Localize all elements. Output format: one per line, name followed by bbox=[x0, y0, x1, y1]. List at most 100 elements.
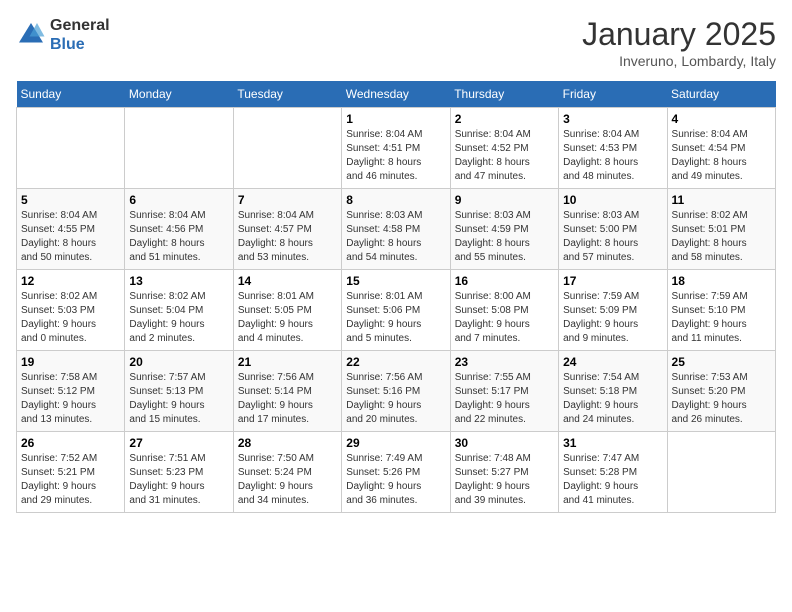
calendar-cell: 6 Sunrise: 8:04 AM Sunset: 4:56 PM Daylig… bbox=[125, 189, 233, 270]
day-number: 13 bbox=[129, 274, 228, 288]
calendar-week-3: 12 Sunrise: 8:02 AM Sunset: 5:03 PM Dayli… bbox=[17, 270, 776, 351]
calendar-cell: 2Sunrise: 8:04 AM Sunset: 4:52 PM Daylig… bbox=[450, 108, 558, 189]
day-info: Sunrise: 7:52 AM Sunset: 5:21 PM Dayligh… bbox=[21, 452, 120, 508]
logo-text: General Blue bbox=[50, 16, 110, 54]
calendar-cell: 28 Sunrise: 7:50 AM Sunset: 5:24 PM Dayli… bbox=[233, 432, 341, 513]
calendar-cell: 23 Sunrise: 7:55 AM Sunset: 5:17 PM Dayli… bbox=[450, 351, 558, 432]
logo-general-text: General bbox=[50, 16, 110, 35]
calendar-cell: 18 Sunrise: 7:59 AM Sunset: 5:10 PM Dayli… bbox=[667, 270, 775, 351]
weekday-saturday: Saturday bbox=[667, 81, 775, 108]
day-number: 1 bbox=[346, 112, 445, 126]
calendar-cell: 15Sunrise: 8:01 AM Sunset: 5:06 PM Dayli… bbox=[342, 270, 450, 351]
calendar-cell: 22 Sunrise: 7:56 AM Sunset: 5:16 PM Dayli… bbox=[342, 351, 450, 432]
weekday-header-row: SundayMondayTuesdayWednesdayThursdayFrid… bbox=[17, 81, 776, 108]
title-block: January 2025 Inveruno, Lombardy, Italy bbox=[582, 16, 776, 69]
calendar-header: SundayMondayTuesdayWednesdayThursdayFrid… bbox=[17, 81, 776, 108]
calendar-cell: 13 Sunrise: 8:02 AM Sunset: 5:04 PM Dayli… bbox=[125, 270, 233, 351]
day-number: 20 bbox=[129, 355, 228, 369]
day-info: Sunrise: 7:55 AM Sunset: 5:17 PM Dayligh… bbox=[455, 371, 554, 427]
day-number: 9 bbox=[455, 193, 554, 207]
day-info: Sunrise: 8:02 AM Sunset: 5:03 PM Dayligh… bbox=[21, 290, 120, 346]
calendar-week-2: 5 Sunrise: 8:04 AM Sunset: 4:55 PM Daylig… bbox=[17, 189, 776, 270]
calendar-cell: 27Sunrise: 7:51 AM Sunset: 5:23 PM Dayli… bbox=[125, 432, 233, 513]
day-number: 24 bbox=[563, 355, 662, 369]
day-number: 18 bbox=[672, 274, 771, 288]
page-header: General Blue January 2025 Inveruno, Lomb… bbox=[16, 16, 776, 69]
logo-blue-text: Blue bbox=[50, 35, 110, 54]
calendar-cell: 19 Sunrise: 7:58 AM Sunset: 5:12 PM Dayli… bbox=[17, 351, 125, 432]
calendar-cell: 8 Sunrise: 8:03 AM Sunset: 4:58 PM Daylig… bbox=[342, 189, 450, 270]
day-info: Sunrise: 8:01 AM Sunset: 5:06 PM Dayligh… bbox=[346, 290, 445, 346]
day-info: Sunrise: 8:04 AM Sunset: 4:54 PM Dayligh… bbox=[672, 128, 771, 184]
day-number: 6 bbox=[129, 193, 228, 207]
day-info: Sunrise: 7:59 AM Sunset: 5:10 PM Dayligh… bbox=[672, 290, 771, 346]
calendar-cell bbox=[125, 108, 233, 189]
day-number: 4 bbox=[672, 112, 771, 126]
calendar-cell: 9 Sunrise: 8:03 AM Sunset: 4:59 PM Daylig… bbox=[450, 189, 558, 270]
logo-icon bbox=[16, 20, 46, 50]
calendar-cell bbox=[233, 108, 341, 189]
calendar-cell: 29 Sunrise: 7:49 AM Sunset: 5:26 PM Dayli… bbox=[342, 432, 450, 513]
calendar-cell: 5 Sunrise: 8:04 AM Sunset: 4:55 PM Daylig… bbox=[17, 189, 125, 270]
day-number: 25 bbox=[672, 355, 771, 369]
calendar-table: SundayMondayTuesdayWednesdayThursdayFrid… bbox=[16, 81, 776, 513]
logo: General Blue bbox=[16, 16, 110, 54]
day-info: Sunrise: 8:04 AM Sunset: 4:52 PM Dayligh… bbox=[455, 128, 554, 184]
weekday-wednesday: Wednesday bbox=[342, 81, 450, 108]
day-number: 17 bbox=[563, 274, 662, 288]
calendar-cell: 11Sunrise: 8:02 AM Sunset: 5:01 PM Dayli… bbox=[667, 189, 775, 270]
day-info: Sunrise: 7:50 AM Sunset: 5:24 PM Dayligh… bbox=[238, 452, 337, 508]
day-info: Sunrise: 7:59 AM Sunset: 5:09 PM Dayligh… bbox=[563, 290, 662, 346]
day-number: 12 bbox=[21, 274, 120, 288]
day-number: 26 bbox=[21, 436, 120, 450]
calendar-cell: 30Sunrise: 7:48 AM Sunset: 5:27 PM Dayli… bbox=[450, 432, 558, 513]
weekday-thursday: Thursday bbox=[450, 81, 558, 108]
day-info: Sunrise: 8:04 AM Sunset: 4:55 PM Dayligh… bbox=[21, 209, 120, 265]
weekday-monday: Monday bbox=[125, 81, 233, 108]
day-info: Sunrise: 8:00 AM Sunset: 5:08 PM Dayligh… bbox=[455, 290, 554, 346]
calendar-week-1: 1Sunrise: 8:04 AM Sunset: 4:51 PM Daylig… bbox=[17, 108, 776, 189]
day-info: Sunrise: 7:53 AM Sunset: 5:20 PM Dayligh… bbox=[672, 371, 771, 427]
day-number: 28 bbox=[238, 436, 337, 450]
day-info: Sunrise: 7:48 AM Sunset: 5:27 PM Dayligh… bbox=[455, 452, 554, 508]
day-info: Sunrise: 8:03 AM Sunset: 5:00 PM Dayligh… bbox=[563, 209, 662, 265]
weekday-tuesday: Tuesday bbox=[233, 81, 341, 108]
calendar-cell: 17 Sunrise: 7:59 AM Sunset: 5:09 PM Dayli… bbox=[559, 270, 667, 351]
calendar-week-4: 19 Sunrise: 7:58 AM Sunset: 5:12 PM Dayli… bbox=[17, 351, 776, 432]
calendar-cell: 12 Sunrise: 8:02 AM Sunset: 5:03 PM Dayli… bbox=[17, 270, 125, 351]
day-number: 23 bbox=[455, 355, 554, 369]
calendar-cell: 1Sunrise: 8:04 AM Sunset: 4:51 PM Daylig… bbox=[342, 108, 450, 189]
day-info: Sunrise: 8:03 AM Sunset: 4:58 PM Dayligh… bbox=[346, 209, 445, 265]
day-number: 11 bbox=[672, 193, 771, 207]
calendar-cell: 16 Sunrise: 8:00 AM Sunset: 5:08 PM Dayli… bbox=[450, 270, 558, 351]
calendar-subtitle: Inveruno, Lombardy, Italy bbox=[582, 53, 776, 69]
day-info: Sunrise: 8:04 AM Sunset: 4:56 PM Dayligh… bbox=[129, 209, 228, 265]
day-number: 14 bbox=[238, 274, 337, 288]
day-number: 16 bbox=[455, 274, 554, 288]
calendar-cell: 24 Sunrise: 7:54 AM Sunset: 5:18 PM Dayli… bbox=[559, 351, 667, 432]
day-number: 10 bbox=[563, 193, 662, 207]
calendar-title: January 2025 bbox=[582, 16, 776, 53]
day-number: 27 bbox=[129, 436, 228, 450]
day-number: 8 bbox=[346, 193, 445, 207]
calendar-cell: 10 Sunrise: 8:03 AM Sunset: 5:00 PM Dayli… bbox=[559, 189, 667, 270]
day-number: 3 bbox=[563, 112, 662, 126]
day-info: Sunrise: 7:56 AM Sunset: 5:16 PM Dayligh… bbox=[346, 371, 445, 427]
day-info: Sunrise: 7:58 AM Sunset: 5:12 PM Dayligh… bbox=[21, 371, 120, 427]
day-info: Sunrise: 7:54 AM Sunset: 5:18 PM Dayligh… bbox=[563, 371, 662, 427]
calendar-cell: 20Sunrise: 7:57 AM Sunset: 5:13 PM Dayli… bbox=[125, 351, 233, 432]
calendar-cell: 26 Sunrise: 7:52 AM Sunset: 5:21 PM Dayli… bbox=[17, 432, 125, 513]
day-number: 5 bbox=[21, 193, 120, 207]
day-info: Sunrise: 8:02 AM Sunset: 5:04 PM Dayligh… bbox=[129, 290, 228, 346]
day-number: 19 bbox=[21, 355, 120, 369]
day-number: 31 bbox=[563, 436, 662, 450]
calendar-cell: 4 Sunrise: 8:04 AM Sunset: 4:54 PM Daylig… bbox=[667, 108, 775, 189]
day-info: Sunrise: 7:49 AM Sunset: 5:26 PM Dayligh… bbox=[346, 452, 445, 508]
day-number: 29 bbox=[346, 436, 445, 450]
day-info: Sunrise: 8:03 AM Sunset: 4:59 PM Dayligh… bbox=[455, 209, 554, 265]
calendar-cell bbox=[17, 108, 125, 189]
day-info: Sunrise: 7:47 AM Sunset: 5:28 PM Dayligh… bbox=[563, 452, 662, 508]
calendar-cell: 14Sunrise: 8:01 AM Sunset: 5:05 PM Dayli… bbox=[233, 270, 341, 351]
day-number: 22 bbox=[346, 355, 445, 369]
calendar-cell: 25 Sunrise: 7:53 AM Sunset: 5:20 PM Dayli… bbox=[667, 351, 775, 432]
